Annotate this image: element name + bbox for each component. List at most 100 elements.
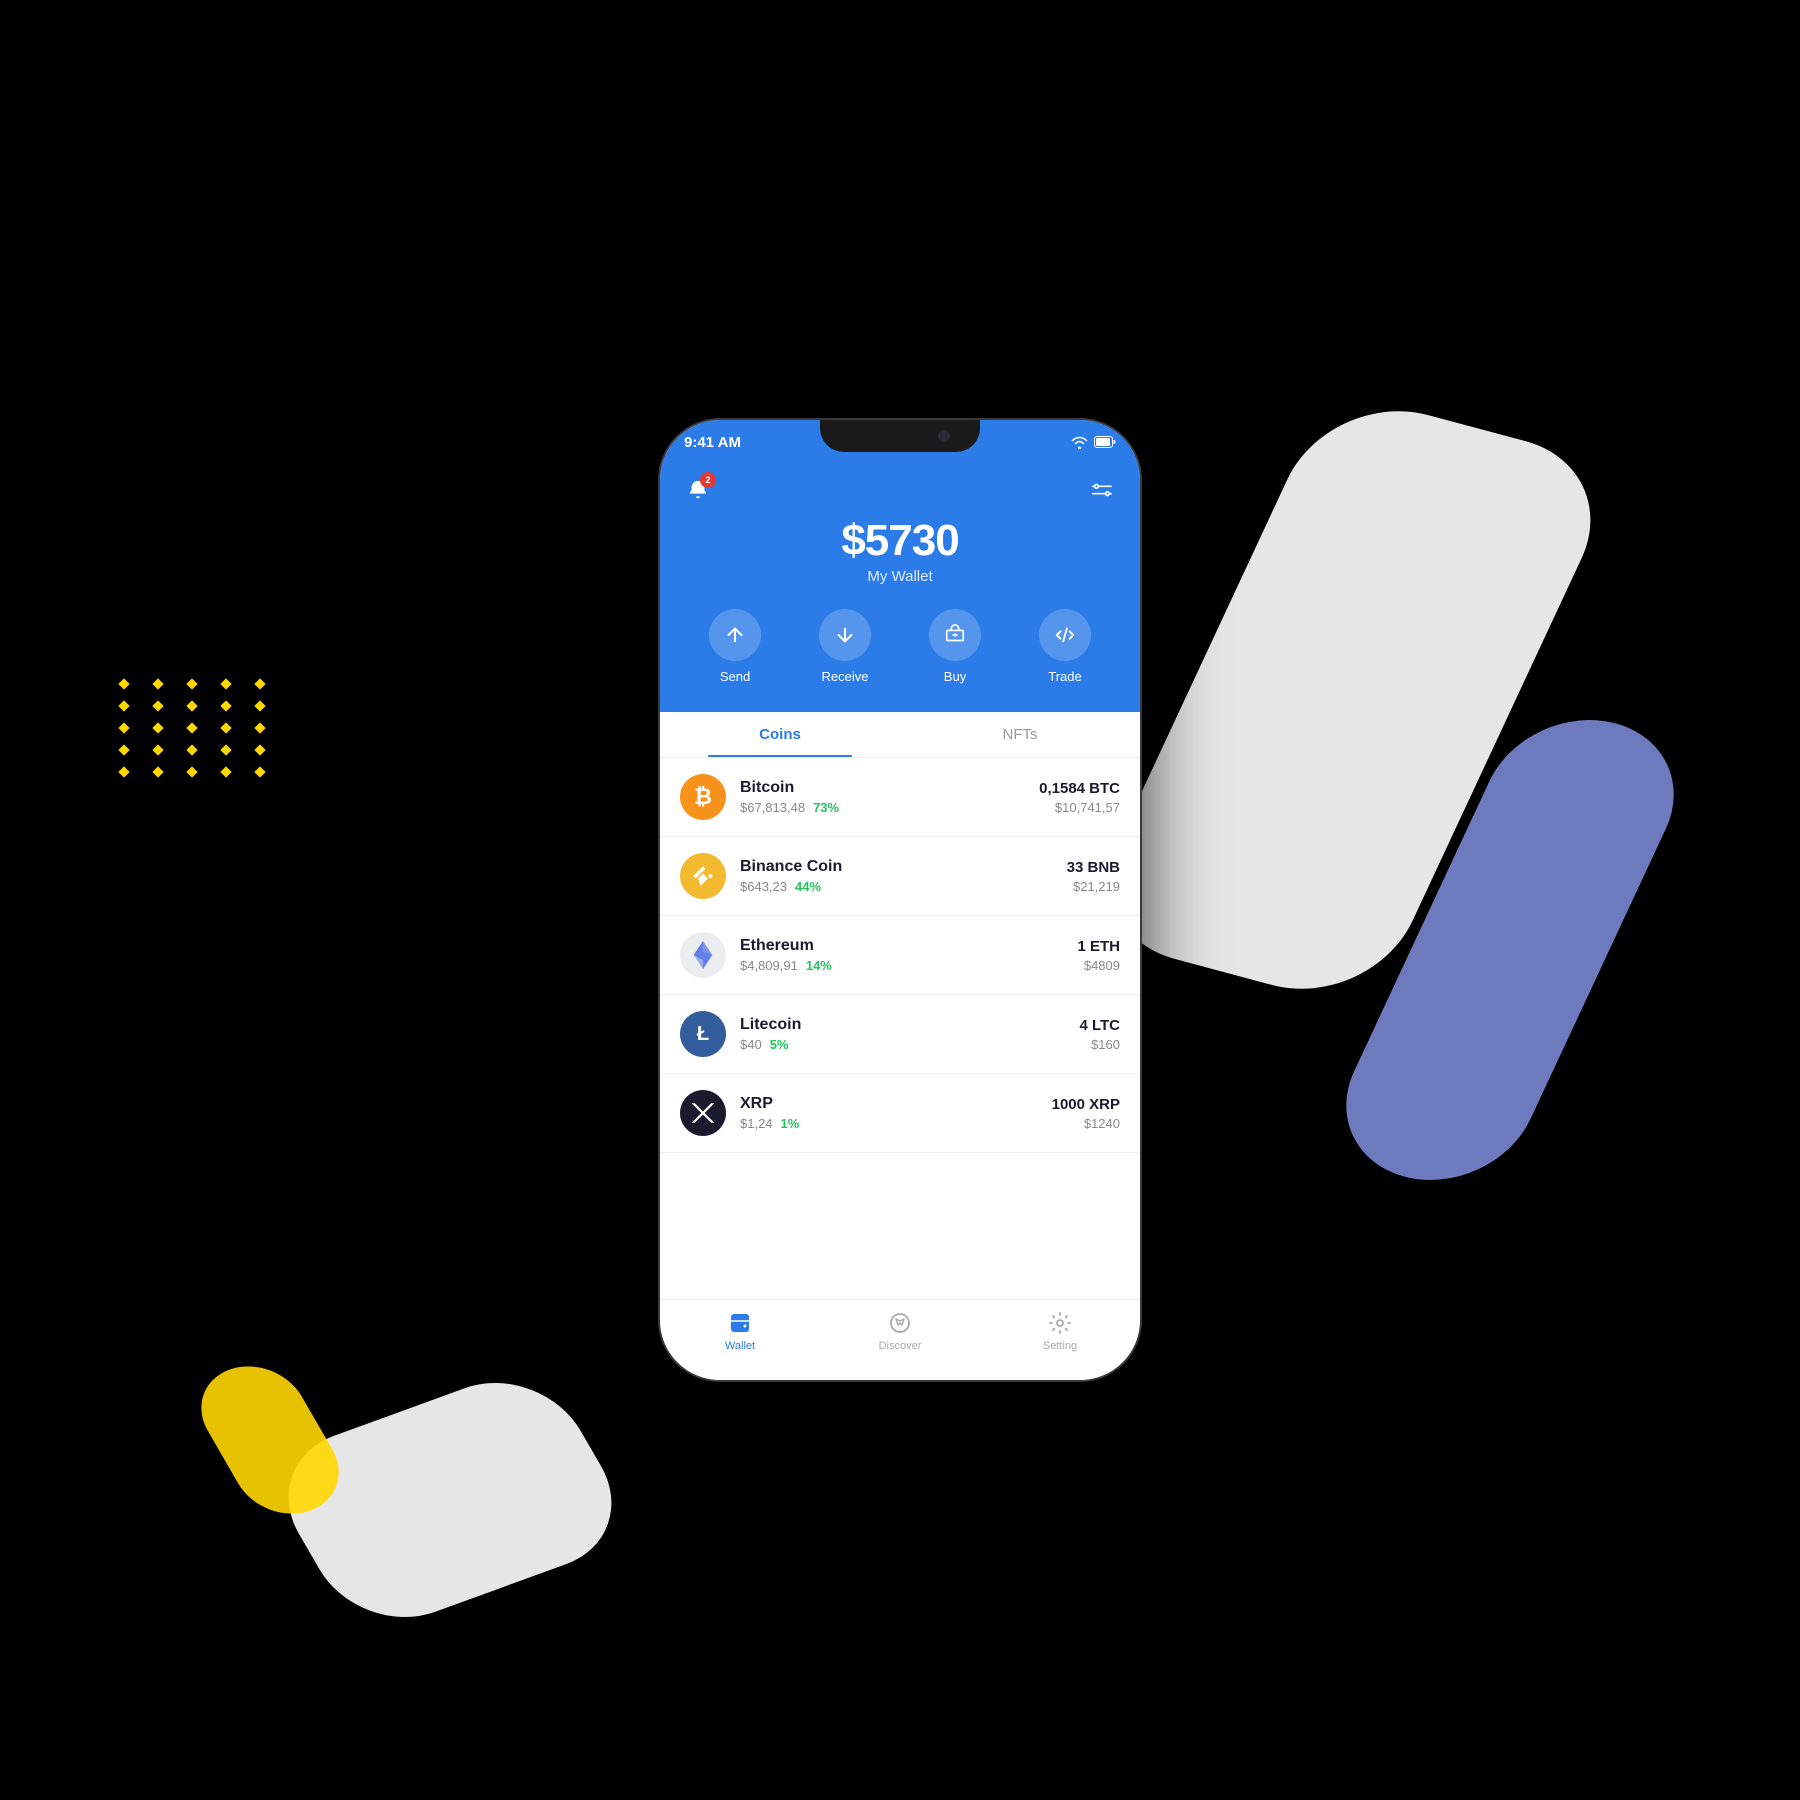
wifi-icon xyxy=(1071,436,1088,449)
camera xyxy=(938,430,950,442)
btc-price: $67,813,48 xyxy=(740,800,805,815)
xrp-info: XRP $1,24 1% xyxy=(740,1095,1052,1131)
status-icons xyxy=(1071,436,1116,449)
trade-button[interactable]: Trade xyxy=(1039,609,1091,684)
eth-logo xyxy=(680,932,726,978)
send-icon xyxy=(724,624,746,646)
xrp-change: 1% xyxy=(781,1116,800,1131)
tab-nfts[interactable]: NFTs xyxy=(900,712,1140,757)
phone-screen: 9:41 AM xyxy=(660,420,1140,1380)
ltc-balance: 4 LTC $160 xyxy=(1079,1017,1120,1052)
eth-price: $4,809,91 xyxy=(740,958,798,973)
status-time: 9:41 AM xyxy=(684,434,741,451)
notification-button[interactable]: 2 xyxy=(680,472,716,508)
trade-label: Trade xyxy=(1048,669,1081,684)
eth-name: Ethereum xyxy=(740,937,1077,955)
bnb-name: Binance Coin xyxy=(740,858,1067,876)
xrp-price: $1,24 xyxy=(740,1116,773,1131)
eth-amount: 1 ETH xyxy=(1077,938,1120,955)
buy-button[interactable]: Buy xyxy=(929,609,981,684)
ltc-change: 5% xyxy=(770,1037,789,1052)
bnb-balance: 33 BNB $21,219 xyxy=(1067,859,1120,894)
header: 9:41 AM xyxy=(660,420,1140,712)
coin-item-ltc[interactable]: Ł Litecoin $40 5% 4 LTC $160 xyxy=(660,995,1140,1074)
bnb-logo xyxy=(680,853,726,899)
buy-icon xyxy=(944,624,966,646)
filter-icon xyxy=(1091,479,1113,501)
btc-logo: ₿ xyxy=(680,774,726,820)
setting-nav-label: Setting xyxy=(1043,1340,1077,1352)
xrp-balance: 1000 XRP $1240 xyxy=(1052,1096,1120,1131)
ltc-price-row: $40 5% xyxy=(740,1037,1079,1052)
nav-wallet[interactable]: Wallet xyxy=(660,1310,820,1352)
btc-price-row: $67,813,48 73% xyxy=(740,800,1039,815)
btc-info: Bitcoin $67,813,48 73% xyxy=(740,779,1039,815)
eth-balance: 1 ETH $4809 xyxy=(1077,938,1120,973)
ltc-logo: Ł xyxy=(680,1011,726,1057)
btc-amount: 0,1584 BTC xyxy=(1039,780,1120,797)
buy-label: Buy xyxy=(944,669,966,684)
bottom-nav: Wallet Discover xyxy=(660,1299,1140,1380)
xrp-value: $1240 xyxy=(1052,1116,1120,1131)
nav-discover[interactable]: Discover xyxy=(820,1310,980,1352)
btc-balance: 0,1584 BTC $10,741,57 xyxy=(1039,780,1120,815)
balance-amount: $5730 xyxy=(660,516,1140,566)
bnb-price-row: $643,23 44% xyxy=(740,879,1067,894)
screen-content: 9:41 AM xyxy=(660,420,1140,1380)
ltc-amount: 4 LTC xyxy=(1079,1017,1120,1034)
filter-button[interactable] xyxy=(1084,472,1120,508)
nav-setting[interactable]: Setting xyxy=(980,1310,1140,1352)
receive-icon-circle xyxy=(819,609,871,661)
discover-nav-label: Discover xyxy=(879,1340,922,1352)
coin-item-eth[interactable]: Ethereum $4,809,91 14% 1 ETH $4809 xyxy=(660,916,1140,995)
coin-item-btc[interactable]: ₿ Bitcoin $67,813,48 73% 0,1584 BTC $10,… xyxy=(660,758,1140,837)
buy-icon-circle xyxy=(929,609,981,661)
phone-frame: 9:41 AM xyxy=(660,420,1140,1380)
action-buttons: Send Receive xyxy=(660,589,1140,688)
tab-coins[interactable]: Coins xyxy=(660,712,900,757)
wallet-nav-label: Wallet xyxy=(725,1340,755,1352)
bg-dots-decoration xyxy=(120,680,276,776)
xrp-name: XRP xyxy=(740,1095,1052,1113)
bnb-amount: 33 BNB xyxy=(1067,859,1120,876)
setting-nav-icon xyxy=(1047,1310,1073,1336)
eth-value: $4809 xyxy=(1077,958,1120,973)
xrp-logo xyxy=(680,1090,726,1136)
btc-change: 73% xyxy=(813,800,839,815)
send-label: Send xyxy=(720,669,750,684)
send-icon-circle xyxy=(709,609,761,661)
ltc-name: Litecoin xyxy=(740,1016,1079,1034)
wallet-balance: $5730 My Wallet xyxy=(660,508,1140,589)
btc-name: Bitcoin xyxy=(740,779,1039,797)
notification-badge: 2 xyxy=(700,472,716,488)
ltc-value: $160 xyxy=(1079,1037,1120,1052)
receive-button[interactable]: Receive xyxy=(819,609,871,684)
coin-list: ₿ Bitcoin $67,813,48 73% 0,1584 BTC $10,… xyxy=(660,758,1140,1299)
send-button[interactable]: Send xyxy=(709,609,761,684)
tabs: Coins NFTs xyxy=(660,712,1140,758)
wallet-label: My Wallet xyxy=(660,568,1140,585)
eth-change: 14% xyxy=(806,958,832,973)
trade-icon xyxy=(1054,624,1076,646)
header-top-row: 2 xyxy=(660,464,1140,508)
battery-icon xyxy=(1094,436,1116,448)
wallet-nav-icon xyxy=(727,1310,753,1336)
bnb-change: 44% xyxy=(795,879,821,894)
discover-nav-icon xyxy=(887,1310,913,1336)
xrp-price-row: $1,24 1% xyxy=(740,1116,1052,1131)
ltc-price: $40 xyxy=(740,1037,762,1052)
receive-label: Receive xyxy=(822,669,869,684)
bnb-price: $643,23 xyxy=(740,879,787,894)
btc-value: $10,741,57 xyxy=(1039,800,1120,815)
coin-item-bnb[interactable]: Binance Coin $643,23 44% 33 BNB $21,219 xyxy=(660,837,1140,916)
coin-item-xrp[interactable]: XRP $1,24 1% 1000 XRP $1240 xyxy=(660,1074,1140,1153)
bnb-value: $21,219 xyxy=(1067,879,1120,894)
ltc-info: Litecoin $40 5% xyxy=(740,1016,1079,1052)
receive-icon xyxy=(834,624,856,646)
eth-price-row: $4,809,91 14% xyxy=(740,958,1077,973)
xrp-amount: 1000 XRP xyxy=(1052,1096,1120,1113)
bnb-info: Binance Coin $643,23 44% xyxy=(740,858,1067,894)
trade-icon-circle xyxy=(1039,609,1091,661)
eth-info: Ethereum $4,809,91 14% xyxy=(740,937,1077,973)
notch xyxy=(820,420,980,452)
